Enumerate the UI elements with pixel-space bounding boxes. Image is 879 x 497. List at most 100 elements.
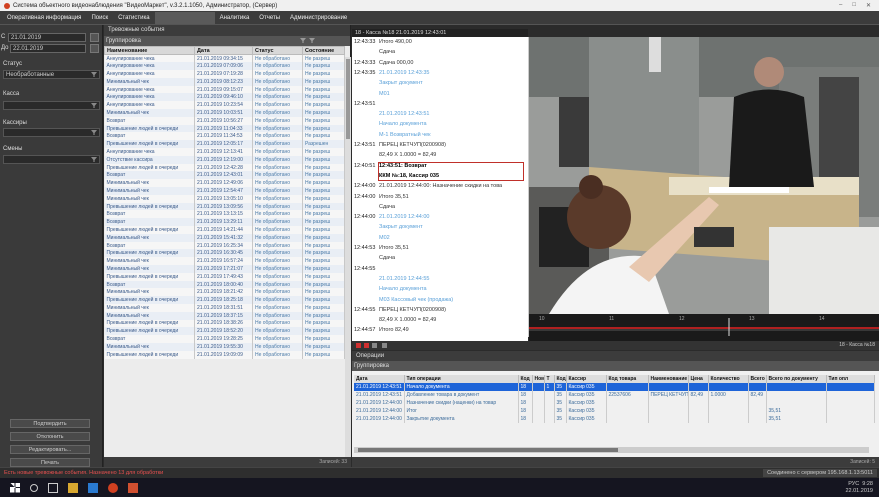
table-row[interactable]: Аннулирование чека 21.01.2019 12:13:41 Не …	[104, 148, 345, 156]
filter-icon[interactable]	[91, 157, 97, 162]
print-button[interactable]: Печать	[10, 458, 90, 467]
table-row[interactable]: Аннулирование чека 21.01.2019 09:46:10 Не …	[104, 93, 345, 102]
filter-icon[interactable]	[91, 130, 97, 135]
receipt-line[interactable]: 82,49 Х 1.0000 = 82,49	[354, 152, 526, 158]
receipt-line[interactable]: Закрыт документ	[354, 80, 526, 86]
operations-column-header[interactable]: Код	[518, 375, 533, 383]
table-row[interactable]: Возврат 21.01.2019 13:13:15 Не обработано Н…	[104, 210, 345, 219]
scrollbar-thumb[interactable]	[346, 59, 350, 139]
operations-column-header[interactable]: Кассир	[566, 375, 607, 383]
table-row[interactable]: Минимальный чек 21.01.2019 18:21:42 Не обр…	[104, 288, 345, 297]
table-row[interactable]: 21.01.2019 12:43:51 Начало документа 18 1 35…	[354, 383, 875, 391]
status-select[interactable]: Необработанные	[3, 70, 100, 79]
table-row[interactable]: Минимальный чек 21.01.2019 18:37:15 Не обр…	[104, 311, 345, 320]
receipt-line[interactable]: 12:44:53 Итого 35,51	[354, 245, 526, 251]
table-row[interactable]: Аннулирование чека 21.01.2019 10:23:54 Не …	[104, 101, 345, 110]
table-row[interactable]: Минимальный чек 21.01.2019 17:21:07 Не обр…	[104, 265, 345, 273]
table-row[interactable]: 21.01.2019 12:43:51 Добавление товара в д…	[354, 391, 875, 399]
receipt-line[interactable]: 12:43:33 Сдача 000,00	[354, 60, 526, 66]
table-row[interactable]: Возврат 21.01.2019 11:34:53 Не обработано Н…	[104, 132, 345, 141]
table-row[interactable]: Превышение людей в очереди 21.01.2019 17:…	[104, 272, 345, 281]
table-row[interactable]: Превышение людей в очереди 21.01.2019 14:…	[104, 226, 345, 234]
table-row[interactable]: Минимальный чек 21.01.2019 15:41:32 Не обр…	[104, 233, 345, 242]
table-row[interactable]: Превышение людей в очереди 21.01.2019 12:…	[104, 163, 345, 172]
table-row[interactable]: Превышение людей в очереди 21.01.2019 16:…	[104, 249, 345, 258]
table-row[interactable]: Превышение людей в очереди 21.01.2019 18:…	[104, 296, 345, 304]
table-row[interactable]: Минимальный чек 21.01.2019 12:49:06 Не обр…	[104, 179, 345, 188]
receipt-line[interactable]: М03 Кассовый чек (продажа)	[354, 297, 526, 303]
table-row[interactable]: Аннулирование чека 21.01.2019 09:34:15 Не …	[104, 54, 345, 63]
table-row[interactable]: Минимальный чек 21.01.2019 16:57:24 Не обр…	[104, 257, 345, 266]
videomarket-icon[interactable]	[108, 482, 118, 493]
scrollbar-thumb[interactable]	[358, 448, 618, 452]
table-row[interactable]: Возврат 21.01.2019 10:56:27 Не обработано Н…	[104, 116, 345, 125]
table-row[interactable]: Возврат 21.01.2019 16:25:34 Не обработано Н…	[104, 241, 345, 250]
operations-column-header[interactable]: Код	[554, 375, 567, 383]
edit-button[interactable]: Редактировать...	[10, 445, 90, 454]
cashier-select[interactable]	[3, 128, 100, 137]
receipt-line[interactable]: 21.01.2019 12:43:51	[354, 111, 526, 117]
highlighted-return-event[interactable]	[378, 161, 524, 181]
task-view-icon[interactable]	[48, 482, 58, 493]
events-column-header[interactable]: Статус	[252, 46, 303, 55]
maximize-icon[interactable]: □	[852, 2, 856, 9]
confirm-button[interactable]: Подтвердить	[10, 419, 90, 428]
receipt-line[interactable]: 12:44:57 Итого 82,49	[354, 327, 526, 333]
receipt-line[interactable]: 12:43:51 ПЕРЕЦ КЕТЧУП(0200908)	[354, 142, 526, 148]
table-row[interactable]: Возврат 21.01.2019 19:28:25 Не обработано Н…	[104, 335, 345, 343]
receipt-line[interactable]: М-1 Возвратный чек	[354, 132, 526, 138]
receipt-line[interactable]: 82,49 Х 1.0000 = 82,49	[354, 317, 526, 323]
operations-column-header[interactable]: Тип опл	[826, 375, 875, 383]
table-row[interactable]: Минимальный чек 21.01.2019 19:55:30 Не обр…	[104, 342, 345, 351]
start-icon[interactable]	[10, 482, 20, 493]
events-column-header[interactable]: Состояние	[302, 46, 345, 55]
table-row[interactable]: Превышение людей в очереди 21.01.2019 19:…	[104, 350, 345, 359]
operations-column-header[interactable]: Тип операции	[404, 375, 519, 383]
table-row[interactable]: Превышение людей в очереди 21.01.2019 13:…	[104, 202, 345, 211]
receipt-line[interactable]: 12:44:55 ПЕРЕЦ КЕТЧУП(0200908)	[354, 307, 526, 313]
receipt-line[interactable]: 12:44:00 21.01.2019 12:44:00: Назначение …	[354, 183, 526, 189]
menu-statistics[interactable]: Статистика	[113, 12, 155, 24]
table-row[interactable]: Минимальный чек 21.01.2019 18:31:51 Не обр…	[104, 304, 345, 312]
operations-column-header[interactable]: Дата	[354, 375, 405, 383]
menu-reports[interactable]: Отчеты	[254, 12, 285, 24]
camera-video-frame[interactable]	[529, 37, 879, 314]
operations-column-header[interactable]: Т	[544, 375, 555, 383]
step-icon[interactable]	[382, 343, 387, 348]
menu-admin[interactable]: Администрирование	[285, 12, 352, 24]
record-icon[interactable]	[356, 343, 361, 348]
filter-clear-icon[interactable]	[309, 38, 315, 43]
events-column-header[interactable]: Дата	[194, 46, 253, 55]
table-row[interactable]: Превышение людей в очереди 21.01.2019 18:…	[104, 327, 345, 336]
receipt-line[interactable]: 12:43:51	[354, 101, 526, 107]
operations-column-header[interactable]: Всего по документу	[766, 375, 827, 383]
receipt-line[interactable]: 12:44:55	[354, 266, 526, 272]
events-scrollbar[interactable]	[345, 57, 351, 457]
receipt-line[interactable]: Начало документа	[354, 121, 526, 127]
table-row[interactable]: 21.01.2019 12:44:00 Итог 18 35 Кассир 035 35,…	[354, 407, 875, 415]
shift-select[interactable]	[3, 155, 100, 164]
table-row[interactable]: 21.01.2019 12:44:00 Закрытие документа 18 3…	[354, 415, 875, 423]
calendar-icon[interactable]	[90, 33, 99, 42]
menu-operative[interactable]: Оперативная информация	[2, 12, 86, 24]
receipt-line[interactable]: 12:44:00 21.01.2019 12:44:00	[354, 214, 526, 220]
operations-column-header[interactable]: Код товара	[606, 375, 649, 383]
table-row[interactable]: Превышение людей в очереди 21.01.2019 12:…	[104, 140, 345, 149]
calendar-icon[interactable]	[90, 44, 99, 53]
events-column-header[interactable]: Наименование	[104, 46, 195, 55]
receipt-line[interactable]: 12:43:35 21.01.2019 12:43:35	[354, 70, 526, 76]
receipt-line[interactable]: 12:43:33 Итого 490,00	[354, 39, 526, 45]
receipt-line[interactable]: 12:44:00 Итого 35,51	[354, 194, 526, 200]
app-taskbar-icon[interactable]	[88, 482, 98, 493]
receipt-line[interactable]: Сдача	[354, 49, 526, 55]
stop-icon[interactable]	[364, 343, 369, 348]
table-row[interactable]: Отсутствие кассира 21.01.2019 12:19:00 Не …	[104, 155, 345, 164]
table-row[interactable]: 21.01.2019 12:44:00 Назначение скидки (на…	[354, 399, 875, 407]
search-icon[interactable]	[30, 483, 38, 492]
cash-select[interactable]	[3, 101, 100, 110]
filter-icon[interactable]	[300, 38, 306, 43]
minimize-icon[interactable]: –	[839, 2, 842, 9]
table-row[interactable]: Возврат 21.01.2019 18:00:40 Не обработано Н…	[104, 280, 345, 289]
table-row[interactable]: Возврат 21.01.2019 12:43:01 Не обработано Н…	[104, 171, 345, 180]
receipt-line[interactable]: Закрыт документ	[354, 224, 526, 230]
